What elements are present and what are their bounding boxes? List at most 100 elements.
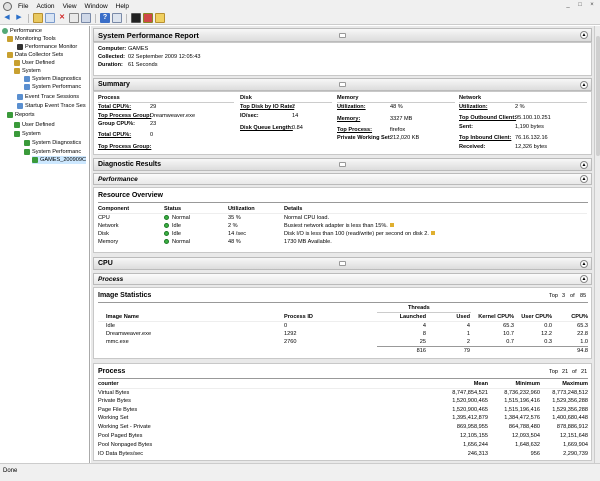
menu-view[interactable]: View <box>59 3 81 10</box>
report-view-icon[interactable] <box>131 13 141 23</box>
counter-name: IO Data Bytes/sec <box>98 451 144 457</box>
io-sec-value: 14 <box>292 113 299 119</box>
image-row-pid: 1292 <box>284 331 297 337</box>
image-row-name: Dreamweaver.exe <box>106 331 152 337</box>
image-stats-top-n[interactable]: 3 <box>562 293 565 299</box>
refresh-icon[interactable] <box>81 13 91 23</box>
tree-item-event-trace-sessions[interactable]: Event Trace Sessions <box>17 93 79 101</box>
network-utilization-label[interactable]: Utilization: <box>459 104 488 110</box>
menu-action[interactable]: Action <box>32 3 58 10</box>
print-icon[interactable] <box>155 13 165 23</box>
resource-cpu-utilization: 35 % <box>228 215 241 221</box>
counter-maximum: 2,290,739 <box>563 451 588 457</box>
resource-network: Network <box>98 223 119 229</box>
top-outbound-label[interactable]: Top Outbound Client: <box>459 115 516 121</box>
restore-button[interactable]: □ <box>575 1 585 10</box>
reports-icon <box>14 122 20 128</box>
top-inbound-label[interactable]: Top Inbound Client: <box>459 135 511 141</box>
report-vertical-scrollbar[interactable] <box>594 26 600 463</box>
tree-item-performance[interactable]: Performance <box>2 27 42 35</box>
help-icon[interactable]: ? <box>100 13 110 23</box>
collapse-icon[interactable]: ▲ <box>580 259 588 268</box>
tree-item-system[interactable]: System <box>14 67 41 75</box>
top-disk-label[interactable]: Top Disk by IO Rate: <box>240 104 294 110</box>
top-process-label[interactable]: Top Process: <box>337 127 372 133</box>
top-process-group-label[interactable]: Top Process Group: <box>98 113 151 119</box>
image-row-pid: 2760 <box>284 339 297 345</box>
scrollbar-thumb[interactable] <box>596 36 600 156</box>
tree-item-reports-system[interactable]: System <box>14 130 41 138</box>
menu-file[interactable]: File <box>14 3 32 10</box>
collapse-icon[interactable]: ▲ <box>580 275 588 283</box>
tree-item-reports-system-diagnostics[interactable]: System Diagnostics <box>24 139 81 147</box>
collapse-icon[interactable]: ▲ <box>580 80 588 89</box>
threads-header: Threads <box>408 305 430 311</box>
collapse-icon[interactable]: ▲ <box>580 31 588 39</box>
tree-item-reports-user-defined[interactable]: User Defined <box>14 121 55 129</box>
total-cpu-label[interactable]: Total CPU%: <box>98 104 131 110</box>
tree-item-reports[interactable]: Reports <box>7 111 35 119</box>
collapse-icon[interactable]: ▲ <box>580 160 588 169</box>
memory-label[interactable]: Memory: <box>337 116 360 122</box>
menu-help[interactable]: Help <box>112 3 133 10</box>
cpu-bar[interactable]: CPU ▲ <box>93 257 592 270</box>
memory-utilization-label[interactable]: Utilization: <box>337 104 366 110</box>
reports-icon <box>24 140 30 146</box>
total-cpu-value-2: 0 <box>150 132 154 138</box>
show-hide-tree-icon[interactable] <box>45 13 55 23</box>
stop-icon[interactable] <box>143 13 153 23</box>
delete-icon[interactable]: ✕ <box>57 13 67 23</box>
image-row-kernel: 65.3 <box>503 323 514 329</box>
status-text: Done <box>3 468 18 474</box>
summary-bar[interactable]: Summary ▲ <box>93 78 592 91</box>
counter-name: Working Set <box>98 415 129 421</box>
disk-queue-value: 0.84 <box>292 125 303 131</box>
reports-icon <box>14 131 20 137</box>
tree-item-system-diagnostics[interactable]: System Diagnostics <box>24 75 81 83</box>
cpu-title: CPU <box>98 260 113 267</box>
tree-item-reports-system-performance[interactable]: System Performanc <box>24 148 81 156</box>
tree-item-performance-monitor[interactable]: Performance Monitor <box>17 43 77 51</box>
tree-item-monitoring-tools[interactable]: Monitoring Tools <box>7 35 56 43</box>
tree-item-games-report[interactable]: GAMES_200909C <box>32 156 87 164</box>
properties-icon[interactable] <box>69 13 79 23</box>
back-arrow-icon[interactable]: ◀ <box>2 13 12 23</box>
image-row-pid: 0 <box>284 323 288 329</box>
cpu-process-bar[interactable]: Process ▲ <box>93 273 592 285</box>
minimize-button[interactable]: _ <box>563 1 573 10</box>
folder-icon <box>14 68 20 74</box>
duration-value: 61 Seconds <box>128 62 158 68</box>
report-title-bar[interactable]: System Performance Report ▲ <box>93 28 592 42</box>
counter-mean: 246,313 <box>467 451 488 457</box>
image-row-used: 2 <box>466 339 470 345</box>
tree-item-system-performance[interactable]: System Performanc <box>24 83 81 91</box>
collapse-icon[interactable]: ▲ <box>580 175 588 183</box>
menu-window[interactable]: Window <box>81 3 112 10</box>
report-title: System Performance Report <box>98 30 199 40</box>
image-row-name: Idle <box>106 323 116 329</box>
close-button[interactable]: × <box>587 1 597 10</box>
col-utilization: Utilization <box>228 206 255 212</box>
top-process-group-label-2[interactable]: Top Process Group: <box>98 144 151 150</box>
folder-up-icon[interactable] <box>33 13 43 23</box>
disk-queue-label[interactable]: Disk Queue Length: <box>240 125 293 131</box>
forward-arrow-icon[interactable]: ▶ <box>14 13 24 23</box>
tree-item-data-collector-sets[interactable]: Data Collector Sets <box>7 51 63 59</box>
diagnostic-performance-bar[interactable]: Performance ▲ <box>93 173 592 185</box>
diagnostic-results-title: Diagnostic Results <box>98 161 162 168</box>
counter-maximum: 1,529,356,288 <box>552 407 588 413</box>
counter-maximum: 12,151,648 <box>560 433 588 439</box>
tree-item-user-defined[interactable]: User Defined <box>14 59 55 67</box>
status-ok-icon <box>164 223 169 228</box>
process-counters-section: Process Top 21 of 21 counter Mean Minimu… <box>93 363 592 461</box>
counter-minimum: 1,384,472,576 <box>504 415 540 421</box>
tree-item-startup-event-trace[interactable]: Startup Event Trace Ses <box>17 102 86 110</box>
resource-memory: Memory <box>98 239 119 245</box>
export-list-icon[interactable] <box>112 13 122 23</box>
image-statistics-section: Image Statistics Top 3 of 85 Threads Ima… <box>93 287 592 359</box>
total-cpu-label-2[interactable]: Total CPU%: <box>98 132 131 138</box>
process-top-n[interactable]: 21 <box>562 369 568 375</box>
memory-utilization-value: 48 % <box>390 104 403 110</box>
diagnostic-results-bar[interactable]: Diagnostic Results ▲ <box>93 158 592 171</box>
image-total-cpu: 94.8 <box>577 348 588 354</box>
